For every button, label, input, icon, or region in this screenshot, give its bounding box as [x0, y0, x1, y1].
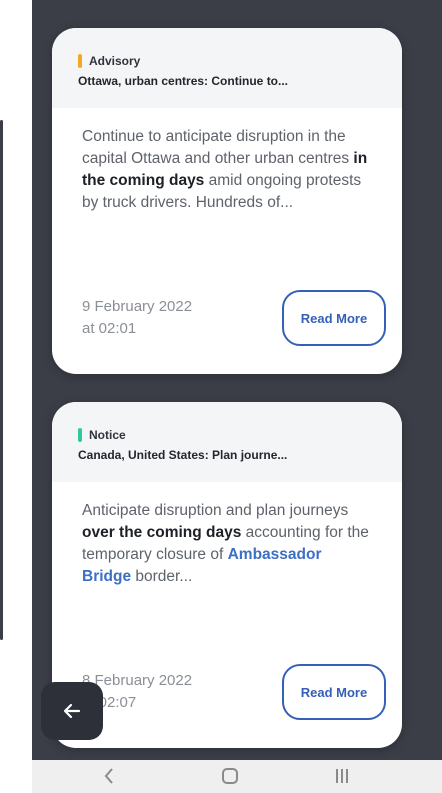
alert-summary: Continue to anticipate disruption in the… — [82, 128, 368, 211]
alert-card-advisory[interactable]: Advisory Ottawa, urban centres: Continue… — [52, 28, 402, 374]
recents-icon[interactable] — [332, 766, 352, 786]
alert-type-label: Notice — [89, 428, 126, 442]
chevron-left-icon[interactable] — [102, 766, 116, 786]
arrow-left-icon — [63, 703, 81, 719]
alert-location: Canada, United States: Plan journe... — [78, 448, 288, 462]
read-more-button[interactable]: Read More — [282, 664, 386, 720]
alert-summary: Anticipate disruption and plan journeys … — [82, 502, 369, 585]
alert-card-header: Notice Canada, United States: Plan journ… — [52, 402, 402, 482]
back-button[interactable] — [41, 682, 103, 740]
left-edge — [0, 0, 32, 760]
advisory-indicator — [78, 54, 82, 68]
alert-date: 9 February 2022 at 02:01 — [82, 298, 193, 337]
home-square-icon[interactable] — [220, 766, 240, 786]
notice-indicator — [78, 428, 82, 442]
alert-type-label: Advisory — [89, 54, 141, 68]
system-navigation-bar — [32, 760, 442, 793]
alert-location: Ottawa, urban centres: Continue to... — [78, 74, 289, 88]
alert-card-notice[interactable]: Notice Canada, United States: Plan journ… — [52, 402, 402, 748]
alert-card-header: Advisory Ottawa, urban centres: Continue… — [52, 28, 402, 108]
read-more-button[interactable]: Read More — [282, 290, 386, 346]
